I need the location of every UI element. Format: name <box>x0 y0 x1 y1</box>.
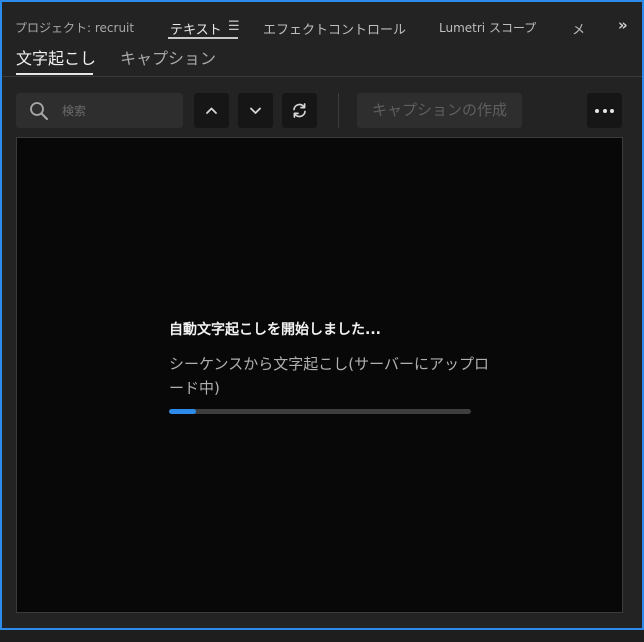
subtab-transcript[interactable]: 文字起こし <box>16 45 96 69</box>
tab-text[interactable]: テキスト <box>170 19 222 38</box>
refresh-icon <box>293 103 306 118</box>
tab-effect-controls[interactable]: エフェクトコントロール <box>263 19 406 38</box>
transcription-status-detail: シーケンスから文字起こし(サーバーにアップロード中) <box>169 355 489 397</box>
search-box[interactable] <box>16 93 183 128</box>
upload-progress-bar <box>169 409 471 414</box>
tab-overflow-icon[interactable]: » <box>618 16 628 34</box>
toolbar-divider <box>338 93 339 128</box>
tab-metadata[interactable]: メ <box>572 19 585 38</box>
subtab-captions[interactable]: キャプション <box>120 45 216 69</box>
chevron-down-icon <box>250 107 261 114</box>
search-icon <box>29 101 49 125</box>
ellipsis-icon <box>595 109 599 113</box>
active-subtab-indicator <box>16 73 93 75</box>
transcription-status-title: 自動文字起こしを開始しました... <box>169 322 381 338</box>
active-tab-indicator <box>168 37 238 39</box>
tab-lumetri-scope[interactable]: Lumetri スコープ <box>439 19 536 36</box>
text-panel: プロジェクト: recruit テキスト ☰ エフェクトコントロール Lumet… <box>0 0 644 630</box>
chevron-up-icon <box>206 107 217 114</box>
panel-tab-bar: プロジェクト: recruit テキスト ☰ エフェクトコントロール Lumet… <box>2 2 642 38</box>
search-input[interactable] <box>62 93 180 128</box>
refresh-button[interactable] <box>282 93 317 128</box>
transcript-content-area: 自動文字起こしを開始しました... シーケンスから文字起こし(サーバーにアップロ… <box>16 137 623 613</box>
upload-progress-fill <box>169 409 197 414</box>
next-match-button[interactable] <box>238 93 273 128</box>
previous-match-button[interactable] <box>194 93 229 128</box>
panel-menu-icon[interactable]: ☰ <box>228 19 240 34</box>
tab-project[interactable]: プロジェクト: recruit <box>15 19 134 36</box>
subtab-divider <box>2 76 642 77</box>
more-options-button[interactable] <box>587 93 622 128</box>
create-captions-button[interactable]: キャプションの作成 <box>357 93 522 128</box>
